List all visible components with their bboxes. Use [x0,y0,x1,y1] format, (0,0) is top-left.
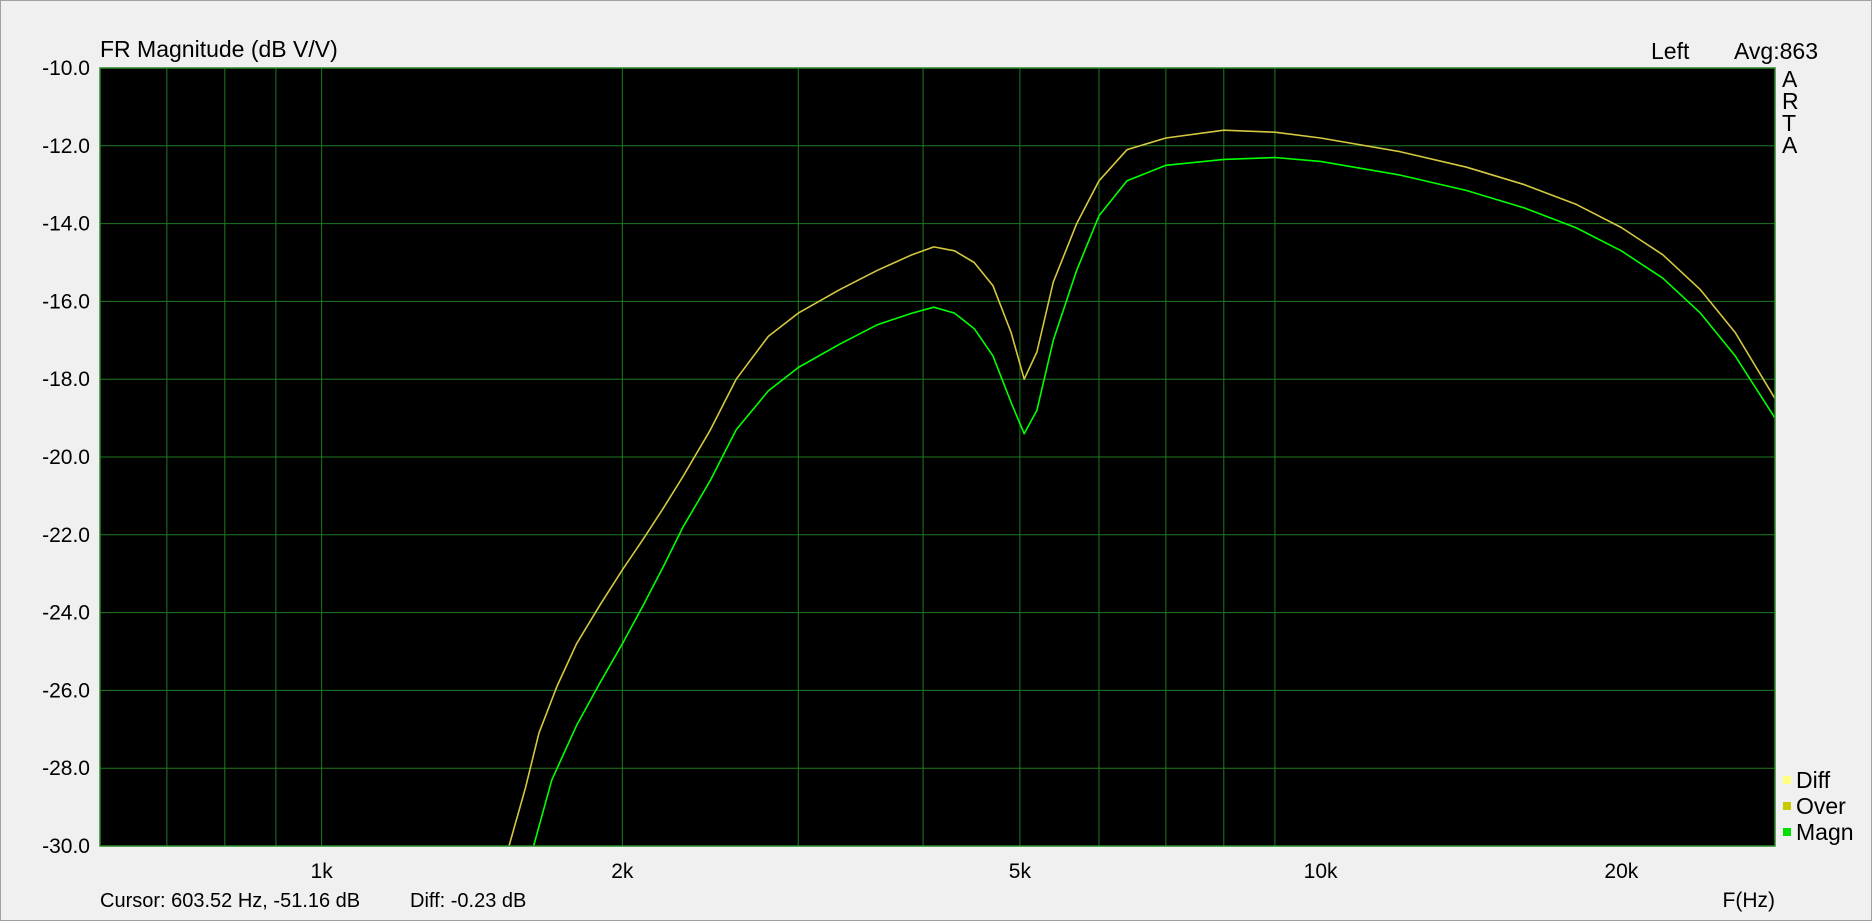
y-tick-label: -30.0 [42,835,90,858]
diff-readout: Diff: -0.23 dB [410,890,526,912]
legend-swatch-over [1783,802,1791,810]
x-tick-label: 1k [311,860,334,883]
x-axis-label: F(Hz) [1723,889,1775,912]
y-tick-label: -16.0 [42,290,90,313]
y-tick-label: -28.0 [42,757,90,780]
fr-magnitude-chart: FR Magnitude (dB V/V) Left Avg:863 -10.0… [42,36,1854,912]
y-axis-tick-labels: -10.0 -12.0 -14.0 -16.0 -18.0 -20.0 -22.0 -24.0… [42,57,90,858]
legend-label-over: Over [1796,793,1846,819]
legend-swatch-magn [1783,828,1791,836]
chart-title: FR Magnitude (dB V/V) [100,36,338,62]
y-tick-label: -10.0 [42,57,90,80]
x-axis-tick-labels: 1k 2k 5k 10k 20k [311,860,1639,883]
channel-label: Left [1651,38,1690,64]
x-tick-label: 2k [611,860,634,883]
y-tick-label: -14.0 [42,213,90,236]
y-tick-label: -22.0 [42,524,90,547]
brand-letter: A [1782,132,1798,158]
y-tick-label: -18.0 [42,368,90,391]
legend: Diff Over Magn [1783,767,1854,845]
x-tick-label: 5k [1009,860,1032,883]
legend-label-magn: Magn [1796,819,1854,845]
legend-label-diff: Diff [1796,767,1831,793]
cursor-readout: Cursor: 603.52 Hz, -51.16 dB [100,890,360,912]
legend-swatch-diff [1783,776,1791,784]
y-tick-label: -12.0 [42,135,90,158]
x-tick-label: 20k [1604,860,1638,883]
x-tick-label: 10k [1304,860,1338,883]
y-tick-label: -26.0 [42,679,90,702]
y-tick-label: -24.0 [42,602,90,625]
arta-logo: A R T A [1782,66,1799,158]
y-tick-label: -20.0 [42,446,90,469]
average-count: Avg:863 [1734,38,1818,64]
